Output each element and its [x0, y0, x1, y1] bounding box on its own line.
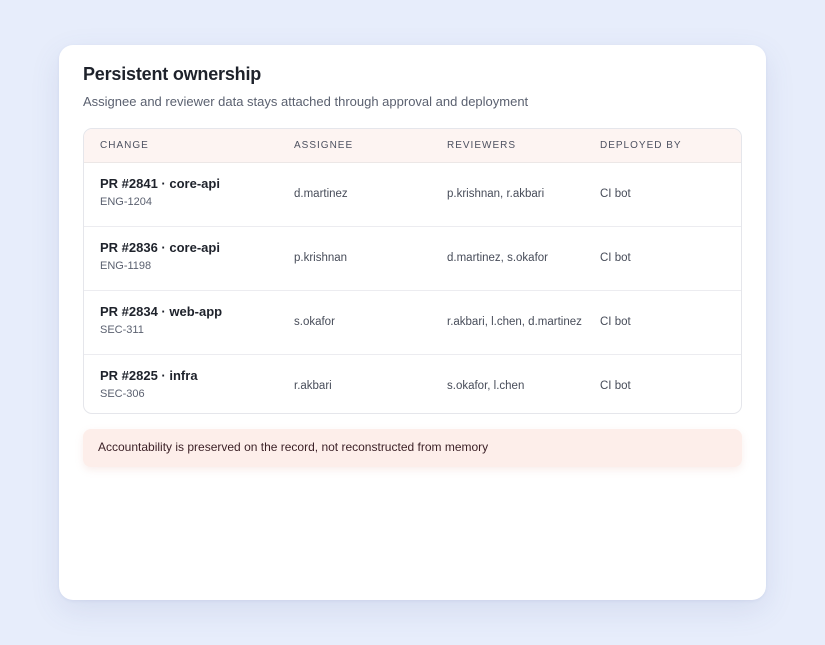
change-cell: PR #2836 · core-api ENG-1198 [100, 240, 220, 272]
column-header-reviewers: REVIEWERS [447, 140, 517, 151]
accountability-note: Accountability is preserved on the recor… [83, 429, 742, 467]
change-cell: PR #2825 · infra SEC-306 [100, 368, 198, 400]
change-cell: PR #2841 · core-api ENG-1204 [100, 176, 220, 208]
change-cell: PR #2834 · web-app SEC-311 [100, 304, 222, 336]
column-header-deployed-by: DEPLOYED BY [600, 140, 682, 151]
pr-label: PR #2834 · web-app [100, 304, 223, 319]
assignee-cell: p.krishnan [294, 252, 348, 264]
column-header-change: CHANGE [100, 140, 149, 151]
reviewers-cell: r.akbari, l.chen, d.martinez [447, 316, 582, 328]
ticket-id: SEC-306 [100, 388, 145, 400]
table-row[interactable]: PR #2834 · web-app SEC-311 s.okafor r.ak… [84, 291, 741, 355]
reviewers-cell: p.krishnan, r.akbari [447, 188, 545, 200]
assignee-cell: d.martinez [294, 188, 348, 200]
ownership-table: CHANGE ASSIGNEE REVIEWERS DEPLOYED BY PR… [83, 128, 742, 414]
deployed-by-cell: CI bot [600, 188, 631, 200]
pr-label: PR #2836 · core-api [100, 240, 220, 255]
pr-label: PR #2841 · core-api [100, 176, 220, 191]
column-header-assignee: ASSIGNEE [294, 140, 354, 151]
ticket-id: SEC-311 [100, 324, 144, 336]
table-row[interactable]: PR #2825 · infra SEC-306 r.akbari s.okaf… [84, 355, 741, 413]
table-header: CHANGE ASSIGNEE REVIEWERS DEPLOYED BY [84, 129, 741, 163]
reviewers-cell: s.okafor, l.chen [447, 380, 525, 392]
reviewers-cell: d.martinez, s.okafor [447, 252, 548, 264]
assignee-cell: s.okafor [294, 316, 335, 328]
pr-label: PR #2825 · infra [100, 368, 198, 383]
table-row[interactable]: PR #2841 · core-api ENG-1204 d.martinez … [84, 163, 741, 227]
assignee-cell: r.akbari [294, 380, 332, 392]
deployed-by-cell: CI bot [600, 252, 631, 264]
card-title: Persistent ownership [83, 64, 262, 84]
ticket-id: ENG-1198 [100, 260, 152, 272]
ticket-id: ENG-1204 [100, 196, 152, 208]
deployed-by-cell: CI bot [600, 380, 631, 392]
card-subtitle: Assignee and reviewer data stays attache… [83, 94, 529, 109]
table-row[interactable]: PR #2836 · core-api ENG-1198 p.krishnan … [84, 227, 741, 291]
deployed-by-cell: CI bot [600, 316, 631, 328]
ownership-card: Persistent ownership Assignee and review… [59, 45, 766, 600]
